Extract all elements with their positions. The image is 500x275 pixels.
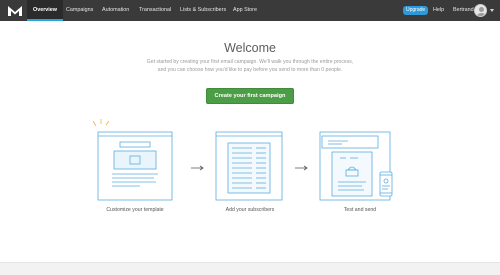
nav-tab-lists-subscribers[interactable]: Lists & Subscribers [180, 0, 226, 21]
nav-tab-automation[interactable]: Automation [102, 0, 129, 21]
nav-tab-campaigns[interactable]: Campaigns [66, 0, 93, 21]
page-title: Welcome [224, 41, 276, 55]
step-label: Test and send [343, 207, 377, 213]
template-illustration-icon [92, 119, 173, 201]
nav-tab-app-store[interactable]: App Store [233, 0, 257, 21]
nav-tab-transactional[interactable]: Transactional [139, 0, 171, 21]
step-label: Customize your template [106, 207, 164, 213]
intro-text-line: Get started by creating your first email… [146, 59, 354, 65]
arrow-right-icon [295, 165, 308, 171]
logo-mark-icon [8, 5, 22, 16]
intro-text-line: and you can choose how you'd like to pay… [157, 66, 343, 73]
test-send-illustration-icon [319, 131, 393, 201]
top-navigation-bar: Overview Campaigns Automation Transactio… [0, 0, 500, 21]
upgrade-button[interactable]: Upgrade [403, 6, 429, 15]
chevron-down-icon[interactable] [490, 9, 494, 12]
user-name[interactable]: Bertrand [453, 0, 474, 21]
nav-tab-overview[interactable]: Overview [27, 0, 63, 21]
create-campaign-button[interactable]: Create your first campaign [206, 88, 294, 104]
avatar[interactable] [474, 4, 487, 17]
help-link[interactable]: Help [433, 0, 444, 21]
arrow-right-icon [191, 165, 204, 171]
subscribers-illustration-icon [215, 131, 283, 201]
logo-icon[interactable] [4, 0, 26, 21]
intro-text: Get started by creating your first email… [140, 59, 360, 74]
footer [0, 262, 500, 275]
step-label: Add your subscribers [225, 207, 275, 213]
